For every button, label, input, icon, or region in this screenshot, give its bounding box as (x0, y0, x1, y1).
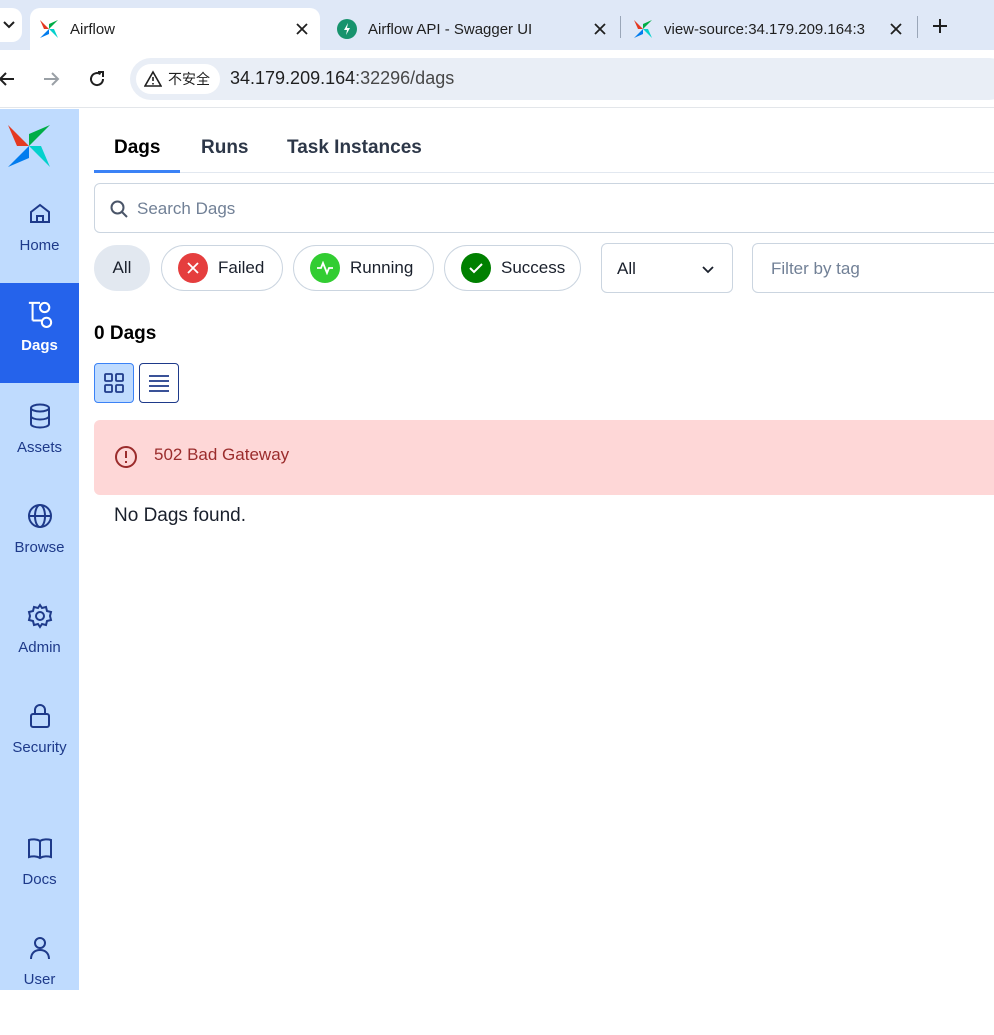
alert-circle-icon (115, 446, 137, 468)
sidebar-item-label: Dags (21, 337, 58, 354)
table-view-button[interactable] (139, 363, 179, 403)
security-label: 不安全 (168, 71, 210, 87)
browser-tab-strip: Airflow Airflow API - Swagger UI view-so… (0, 0, 994, 50)
filter-success-button[interactable]: Success (444, 245, 581, 291)
filter-label: Success (501, 258, 566, 277)
error-message: 502 Bad Gateway (154, 445, 290, 464)
select-value: All (617, 259, 636, 278)
browser-tab-airflow[interactable]: Airflow (30, 8, 320, 50)
sidebar-item-label: User (23, 971, 56, 988)
sidebar-item-label: Docs (22, 871, 57, 888)
security-indicator[interactable]: 不安全 (136, 64, 220, 94)
forward-button[interactable] (38, 66, 64, 92)
list-icon (149, 375, 169, 392)
sidebar-item-label: Home (19, 237, 60, 254)
filter-label: Running (350, 258, 414, 277)
search-placeholder: Search Dags (137, 199, 236, 218)
gear-icon (27, 603, 53, 629)
lock-icon (27, 703, 53, 729)
sidebar-item-label: Security (12, 739, 67, 756)
globe-icon (27, 503, 53, 529)
sidebar-item-label: Browse (14, 539, 65, 556)
url-text[interactable]: 34.179.209.164:32296/dags (230, 68, 454, 89)
browser-toolbar: 不安全 34.179.209.164:32296/dags (0, 50, 994, 108)
tag-filter-input[interactable]: Filter by tag (752, 243, 994, 293)
close-icon[interactable] (590, 19, 610, 39)
database-icon (27, 403, 53, 429)
airflow-pinwheel-icon (632, 18, 654, 40)
user-icon (27, 935, 53, 961)
reload-icon (90, 71, 105, 87)
sidebar-item-user[interactable]: User (0, 935, 79, 1035)
dags-icon (27, 301, 53, 329)
page-tabs: Dags Runs Task Instances (94, 129, 994, 173)
sidebar-item-assets[interactable]: Assets (0, 403, 79, 503)
reload-button[interactable] (84, 66, 110, 92)
close-icon[interactable] (292, 19, 312, 39)
activity-icon (310, 253, 340, 283)
filter-all-button[interactable]: All (94, 245, 150, 291)
filter-label: Failed (218, 258, 265, 277)
x-circle-icon (178, 253, 208, 283)
browser-tab-view-source[interactable]: view-source:34.179.209.164:3 (624, 8, 914, 50)
tab-runs[interactable]: Runs (201, 137, 249, 173)
address-bar[interactable]: 不安全 34.179.209.164:32296/dags (130, 58, 994, 100)
home-icon (27, 201, 53, 227)
paused-filter-select[interactable]: All (601, 243, 733, 293)
sidebar-item-browse[interactable]: Browse (0, 503, 79, 603)
sidebar-item-security[interactable]: Security (0, 703, 79, 803)
tab-title: view-source:34.179.209.164:3 (664, 20, 865, 38)
search-icon (110, 200, 128, 218)
card-view-button[interactable] (94, 363, 134, 403)
book-icon (27, 835, 53, 861)
arrow-right-icon (44, 72, 60, 86)
error-alert: 502 Bad Gateway (94, 420, 994, 495)
arrow-left-icon (0, 72, 14, 86)
search-input[interactable]: Search Dags (94, 183, 994, 233)
dag-count: 0 Dags (94, 323, 157, 344)
chevron-down-icon (702, 266, 714, 274)
empty-state-message: No Dags found. (114, 505, 247, 526)
sidebar-item-label: Assets (16, 439, 62, 456)
tab-task-instances[interactable]: Task Instances (287, 137, 422, 173)
tab-search-button[interactable] (0, 8, 22, 42)
plus-icon (933, 19, 947, 33)
tab-title: Airflow (70, 20, 116, 38)
warning-icon (144, 70, 162, 87)
url-host: 34.179.209.164 (230, 68, 356, 88)
dags-page: Dags Runs Task Instances Search Dags All… (79, 109, 994, 990)
sidebar-item-label: Admin (18, 639, 61, 656)
sidebar-item-admin[interactable]: Admin (0, 603, 79, 703)
grid-icon (104, 373, 124, 393)
new-tab-button[interactable] (928, 14, 952, 38)
close-icon[interactable] (886, 19, 906, 39)
chevron-down-icon (3, 21, 15, 29)
url-path: :32296/dags (355, 68, 455, 88)
tab-dags[interactable]: Dags (94, 137, 181, 173)
app-sidebar: Home Dags Assets Browse Admin Security D… (0, 109, 79, 990)
tag-filter-placeholder: Filter by tag (771, 259, 860, 278)
sidebar-item-docs[interactable]: Docs (0, 835, 79, 935)
back-button[interactable] (0, 66, 20, 92)
sidebar-item-dags[interactable]: Dags (0, 283, 79, 383)
check-icon (461, 253, 491, 283)
browser-tab-swagger[interactable]: Airflow API - Swagger UI (328, 8, 618, 50)
tab-title: Airflow API - Swagger UI (368, 20, 533, 38)
airflow-logo[interactable] (6, 123, 52, 169)
filter-running-button[interactable]: Running (293, 245, 434, 291)
filter-failed-button[interactable]: Failed (161, 245, 283, 291)
tab-separator (917, 16, 918, 38)
airflow-pinwheel-icon (38, 18, 60, 40)
tab-separator (620, 16, 621, 38)
filter-label: All (112, 258, 132, 277)
swagger-icon (336, 18, 358, 40)
